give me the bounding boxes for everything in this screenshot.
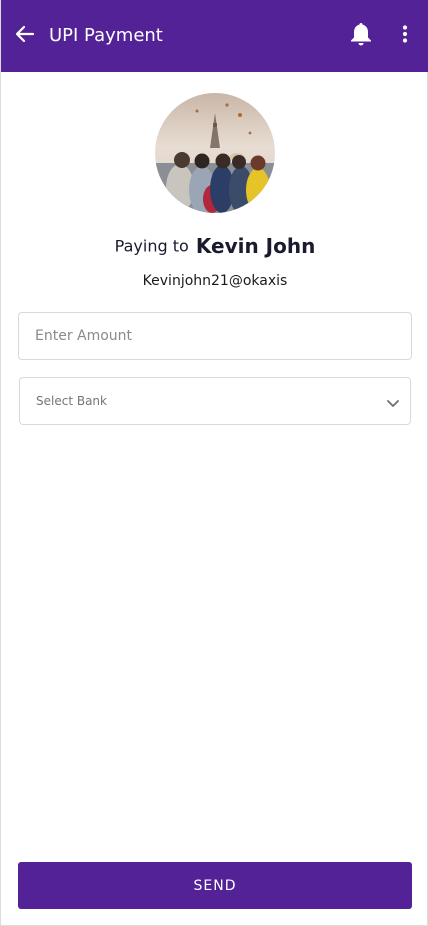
payee-avatar <box>155 93 275 213</box>
payee-name: Kevin John <box>195 234 316 258</box>
amount-input[interactable] <box>18 312 412 360</box>
select-bank-label: Select Bank <box>36 394 107 408</box>
back-button[interactable] <box>13 24 37 48</box>
more-vertical-icon <box>402 25 408 47</box>
arrow-left-icon <box>15 24 35 48</box>
payee-upi-id: Kevinjohn21@okaxis <box>142 273 288 289</box>
more-options-button[interactable] <box>395 24 415 48</box>
page-title: UPI Payment <box>49 25 163 46</box>
chevron-down-icon <box>386 395 400 409</box>
paying-to-label: Paying to <box>114 236 189 256</box>
send-button[interactable]: SEND <box>18 862 412 909</box>
app-bar: UPI Payment <box>1 0 428 72</box>
paying-to-line: Paying to Kevin John <box>1 234 428 258</box>
select-bank-dropdown[interactable]: Select Bank <box>19 377 411 425</box>
upi-payment-screen: UPI Payment Paying to Kevin John Kevinjo… <box>0 0 428 926</box>
notifications-button[interactable] <box>348 22 374 50</box>
bell-icon <box>349 21 373 51</box>
